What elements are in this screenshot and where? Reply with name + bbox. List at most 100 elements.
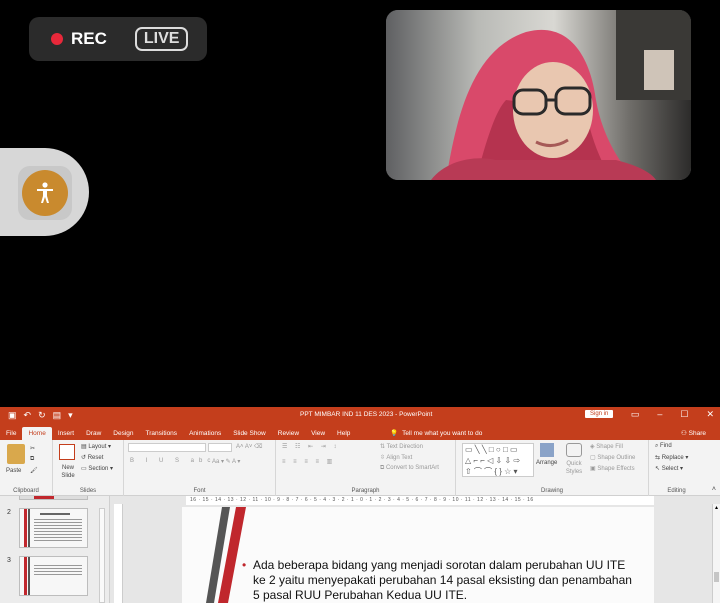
camera-feed	[386, 10, 691, 180]
paste-icon[interactable]	[7, 444, 25, 464]
arrange-label[interactable]: Arrange	[536, 460, 557, 466]
ribbon-display-icon[interactable]: ▭	[631, 409, 640, 420]
new-slide-label[interactable]: New Slide	[58, 464, 78, 480]
tab-file[interactable]: File	[0, 430, 22, 440]
shapes-gallery[interactable]: ▭ ╲ ╲ □ ○ □ ▭ △ ⌐ ⌐ ◁ ⇩ ⇩ ⇨ ⇧ ⌒ ⌒ { } ☆ ▾	[462, 443, 534, 477]
font-size-box[interactable]	[208, 443, 232, 452]
ribbon: Paste ✂ ⧉ 🖌 Clipboard New Slide ▤ Layout…	[0, 440, 720, 496]
thumbnail-scrollbar[interactable]	[99, 508, 105, 603]
minimize-icon[interactable]: –	[657, 409, 662, 420]
share-button[interactable]: ⚇ Share	[681, 429, 706, 437]
new-slide-icon[interactable]	[59, 444, 75, 460]
group-paragraph: ☰ ☷ ⇤ ⇥ ↕ ≡ ≡ ≡ ≡ ▥ ⇅ Text Direction ⇳ A…	[276, 440, 456, 496]
align-text-button[interactable]: ⇳ Align Text	[380, 454, 412, 461]
bullet-icon: •	[242, 558, 247, 572]
convert-smartart-label: Convert to SmartArt	[385, 465, 439, 471]
quick-styles-label[interactable]: Quick Styles	[562, 460, 586, 476]
layout-button[interactable]: ▤ Layout ▾	[81, 443, 111, 450]
group-font: A˄ A˅ ⌫ B I U S abc Aa ▾ ✎ A ▾ Font	[124, 440, 276, 496]
redo-icon[interactable]: ↻	[38, 410, 46, 421]
tab-review[interactable]: Review	[272, 430, 305, 440]
layout-label: Layout	[88, 444, 107, 450]
shape-effects-label: Shape Effects	[597, 466, 635, 472]
replace-button[interactable]: ⇆ Replace ▾	[655, 454, 688, 461]
replace-label: Replace	[661, 455, 684, 461]
slide-thumbnail[interactable]	[19, 508, 88, 548]
accessibility-icon	[22, 170, 68, 216]
font-name-box[interactable]	[128, 443, 206, 452]
tab-draw[interactable]: Draw	[80, 430, 107, 440]
collapse-ribbon-icon[interactable]: ˄	[712, 486, 716, 493]
accessibility-button[interactable]	[18, 166, 72, 220]
editor-workspace: 2 3 16 · 15 · 14 · 13 · 12 · 11 · 10 · 9…	[0, 496, 720, 603]
convert-smartart-button[interactable]: ⧉ Convert to SmartArt	[380, 465, 439, 472]
close-icon[interactable]: ✕	[706, 409, 714, 420]
reset-button[interactable]: ↺ Reset	[81, 454, 103, 461]
shape-fill-button[interactable]: ◈ Shape Fill	[590, 443, 623, 450]
quick-styles-icon[interactable]	[566, 443, 582, 457]
present-icon[interactable]: ▤	[53, 410, 62, 421]
format-painter-icon[interactable]: 🖌	[30, 467, 38, 474]
shape-outline-button[interactable]: ▢ Shape Outline	[590, 454, 635, 461]
arrange-icon[interactable]	[540, 443, 554, 457]
copy-icon[interactable]: ⧉	[30, 456, 34, 463]
horizontal-ruler: 16 · 15 · 14 · 13 · 12 · 11 · 10 · 9 · 8…	[186, 496, 654, 505]
reset-label: Reset	[87, 455, 104, 461]
tab-slide-show[interactable]: Slide Show	[227, 430, 272, 440]
scroll-up-icon[interactable]: ▴	[713, 504, 720, 512]
tab-home[interactable]: Home	[22, 427, 52, 440]
align-icons[interactable]: ≡ ≡ ≡ ≡ ▥	[282, 458, 335, 465]
find-label: Find	[660, 443, 672, 449]
ribbon-tabs: File Home Insert Draw Design Transitions…	[0, 424, 720, 440]
tab-animations[interactable]: Animations	[183, 430, 227, 440]
tab-insert[interactable]: Insert	[52, 430, 80, 440]
tab-help[interactable]: Help	[331, 430, 356, 440]
grow-font-icon[interactable]: A˄ A˅ ⌫	[236, 443, 263, 450]
thumbnail-number: 3	[7, 557, 11, 564]
font-format-icons[interactable]: B I U S abc	[130, 458, 215, 464]
shape-fill-label: Shape Fill	[596, 444, 623, 450]
tab-transitions[interactable]: Transitions	[140, 430, 184, 440]
paste-label[interactable]: Paste	[6, 468, 21, 474]
text-direction-button[interactable]: ⇅ Text Direction	[380, 443, 423, 450]
group-clipboard: Paste ✂ ⧉ 🖌 Clipboard	[0, 440, 53, 496]
lightbulb-icon: 💡	[390, 430, 399, 437]
person-icon: ⚇	[681, 430, 687, 437]
scroll-thumb[interactable]	[714, 572, 719, 582]
clipboard-label: Clipboard	[13, 488, 39, 494]
sign-in-button[interactable]: Sign in	[585, 410, 614, 418]
font-label: Font	[193, 488, 206, 494]
tab-design[interactable]: Design	[107, 430, 139, 440]
editor-scrollbar[interactable]: ▴	[712, 504, 720, 603]
select-label: Select	[661, 466, 679, 472]
group-drawing: ▭ ╲ ╲ □ ○ □ ▭ △ ⌐ ⌐ ◁ ⇩ ⇩ ⇨ ⇧ ⌒ ⌒ { } ☆ ▾ …	[456, 440, 649, 496]
group-slides: New Slide ▤ Layout ▾ ↺ Reset ▭ Section ▾…	[53, 440, 124, 496]
tab-view[interactable]: View	[305, 430, 331, 440]
drawing-label: Drawing	[540, 488, 563, 494]
font-color-icons[interactable]: Aa ▾ ✎ A ▾	[212, 458, 240, 465]
align-text-label: Align Text	[386, 455, 413, 461]
find-button[interactable]: ⌕ Find	[655, 443, 672, 450]
undo-icon[interactable]: ↶	[24, 410, 32, 421]
live-badge: LIVE	[134, 27, 189, 51]
list-icons[interactable]: ☰ ☷ ⇤ ⇥ ↕	[282, 443, 339, 450]
save-icon[interactable]: ▣	[8, 410, 17, 421]
maximize-icon[interactable]: ☐	[680, 409, 688, 420]
slide-body-text[interactable]: Ada beberapa bidang yang menjadi sorotan…	[253, 558, 633, 603]
window-title: PPT MIMBAR IND 11 DES 2023 - PowerPoint	[300, 411, 433, 418]
section-button[interactable]: ▭ Section ▾	[81, 465, 113, 472]
text-direction-label: Text Direction	[386, 444, 423, 450]
slide-thumbnail[interactable]	[19, 556, 88, 596]
screen: REC LIVE ▣ ↶ ↻ ▤ ▾ PPT MIMBAR IND 11 DES…	[0, 0, 720, 603]
cut-icon[interactable]: ✂	[30, 445, 35, 452]
slide-canvas[interactable]: • Ada beberapa bidang yang menjadi sorot…	[182, 507, 654, 603]
editing-label: Editing	[667, 488, 686, 494]
shape-effects-button[interactable]: ▣ Shape Effects	[590, 465, 635, 472]
slide-thumbnail-1-partial[interactable]	[19, 496, 88, 500]
quick-access-dropdown-icon[interactable]: ▾	[68, 410, 73, 421]
tell-me-box[interactable]: 💡 Tell me what you want to do	[390, 429, 482, 438]
accessibility-floater[interactable]	[0, 148, 89, 236]
rec-label: REC	[71, 29, 107, 48]
select-button[interactable]: ↖ Select ▾	[655, 465, 683, 472]
title-bar: ▣ ↶ ↻ ▤ ▾ PPT MIMBAR IND 11 DES 2023 - P…	[0, 407, 720, 424]
